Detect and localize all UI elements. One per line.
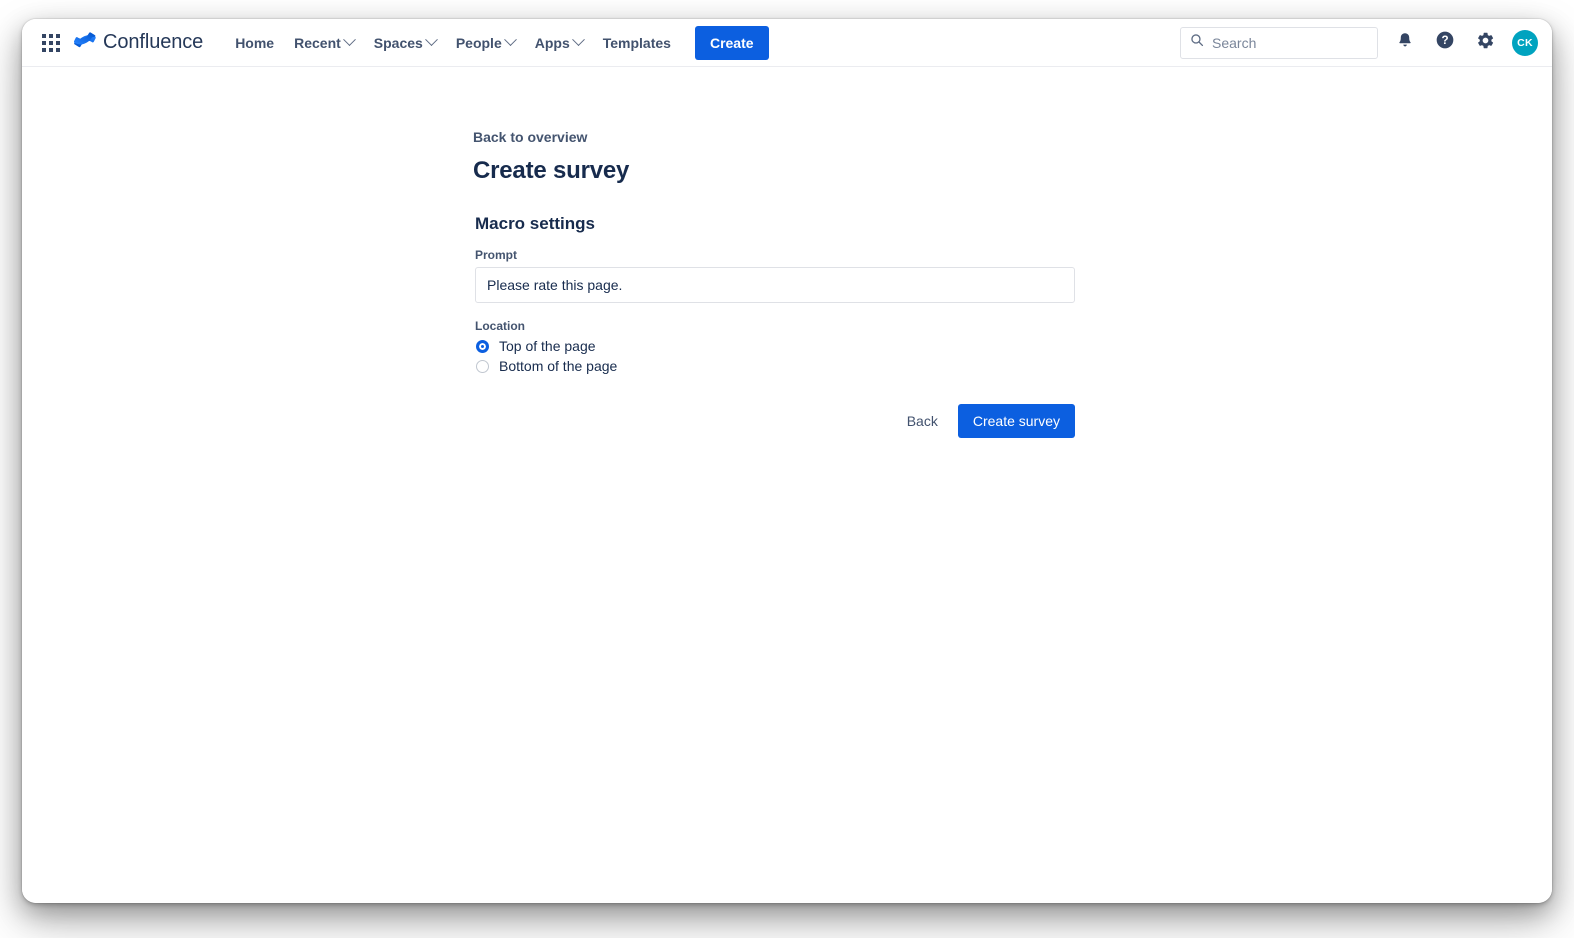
radio-option-top-of-page[interactable]: Top of the page [476,338,1073,354]
chevron-down-icon [342,33,356,47]
settings-button[interactable] [1472,30,1498,56]
chevron-down-icon [503,33,517,47]
app-switcher-button[interactable] [36,28,66,58]
search-icon [1190,33,1204,52]
chevron-down-icon [424,33,438,47]
nav-item-apps[interactable]: Apps [525,28,593,58]
nav-right-actions: ? CK [1180,26,1538,59]
bell-icon [1396,31,1414,54]
back-to-overview-link[interactable]: Back to overview [473,129,587,145]
user-avatar[interactable]: CK [1512,29,1538,56]
radio-option-bottom-of-page[interactable]: Bottom of the page [476,358,1073,374]
chevron-down-icon [571,33,585,47]
grid-apps-icon [42,33,60,52]
back-button[interactable]: Back [901,405,944,437]
notifications-button[interactable] [1392,30,1418,56]
nav-item-label: People [455,34,502,51]
create-button[interactable]: Create [694,25,769,60]
search-input[interactable] [1212,34,1368,51]
create-survey-submit-button[interactable]: Create survey [957,404,1075,438]
radio-button-selected-icon[interactable] [476,339,489,353]
prompt-field-group: Prompt [473,248,1075,303]
nav-item-label: Templates [602,34,671,51]
nav-item-home[interactable]: Home [225,28,284,58]
svg-text:?: ? [1441,34,1448,47]
top-navigation-bar: Confluence Home Recent Spaces People App… [22,19,1552,67]
radio-label: Top of the page [499,338,596,354]
nav-item-spaces[interactable]: Spaces [364,28,446,58]
nav-item-recent[interactable]: Recent [284,28,364,58]
confluence-logo-icon [73,29,96,56]
nav-item-label: Spaces [373,34,423,51]
search-box[interactable] [1180,26,1378,59]
form-actions: Back Create survey [473,404,1075,438]
confluence-home-link[interactable]: Confluence [73,29,204,56]
create-survey-form: Back to overview Create survey Macro set… [473,129,1075,438]
nav-item-label: Recent [294,34,341,51]
prompt-label: Prompt [475,248,517,262]
gear-icon [1476,31,1495,55]
location-field-group: Location Top of the page Bottom of the p… [473,319,1073,374]
section-title-macro-settings: Macro settings [475,214,595,233]
prompt-input[interactable] [475,267,1075,303]
radio-label: Bottom of the page [499,358,618,374]
page-title: Create survey [473,157,630,184]
nav-item-label: Apps [534,34,570,51]
primary-nav-items: Home Recent Spaces People Apps Templates [225,28,681,58]
main-content: Back to overview Create survey Macro set… [22,67,1552,903]
nav-item-label: Home [235,34,275,51]
nav-item-people[interactable]: People [446,28,525,58]
nav-item-templates[interactable]: Templates [593,28,681,58]
help-button[interactable]: ? [1432,30,1458,56]
radio-button-unselected-icon[interactable] [476,359,489,373]
brand-name: Confluence [103,31,204,53]
question-circle-icon: ? [1435,30,1455,55]
location-label: Location [475,319,525,333]
browser-window: Confluence Home Recent Spaces People App… [22,19,1552,903]
